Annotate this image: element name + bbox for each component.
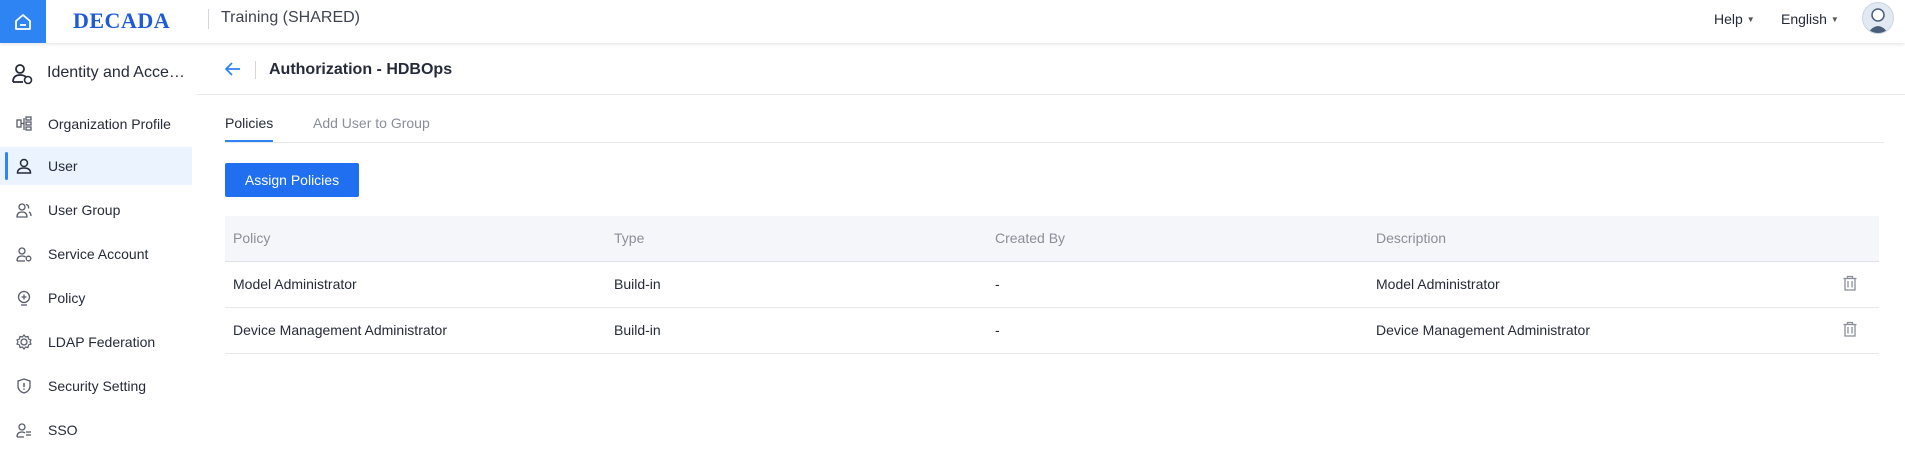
header-divider bbox=[197, 94, 1905, 95]
active-tab-indicator bbox=[225, 140, 273, 142]
table-row: Model Administrator Build-in - Model Adm… bbox=[225, 262, 1879, 308]
avatar[interactable] bbox=[1862, 2, 1894, 34]
policies-table: Policy Type Created By Description Model… bbox=[225, 216, 1879, 354]
trash-icon[interactable] bbox=[1842, 321, 1858, 337]
decada-logo[interactable]: DECADA bbox=[73, 8, 170, 34]
service-account-icon bbox=[16, 247, 32, 262]
assign-policies-button[interactable]: Assign Policies bbox=[225, 163, 359, 197]
cell-description: Device Management Administrator bbox=[1376, 322, 1590, 338]
page-title: Authorization - HDBOps bbox=[269, 61, 453, 78]
sidebar-item-label: User Group bbox=[48, 202, 121, 218]
title-divider bbox=[255, 61, 256, 79]
table-row: Device Management Administrator Build-in… bbox=[225, 308, 1879, 354]
user-icon bbox=[16, 158, 32, 174]
trash-icon[interactable] bbox=[1842, 275, 1858, 291]
sidebar-item-label: SSO bbox=[48, 422, 78, 438]
tab-policies[interactable]: Policies bbox=[225, 115, 273, 131]
cell-created-by: - bbox=[995, 276, 1000, 292]
sidebar-item-sso[interactable]: SSO bbox=[0, 411, 192, 449]
sidebar-item-security-setting[interactable]: Security Setting bbox=[0, 367, 192, 405]
user-group-icon bbox=[16, 203, 32, 218]
sidebar-item-user[interactable]: User bbox=[0, 147, 192, 185]
sidebar-header[interactable]: Identity and Access Management bbox=[0, 53, 197, 93]
topbar-divider bbox=[208, 9, 209, 29]
column-header-type: Type bbox=[614, 230, 645, 246]
home-icon bbox=[15, 13, 31, 30]
project-selector[interactable]: Training (SHARED) bbox=[221, 9, 360, 27]
home-button[interactable] bbox=[0, 0, 46, 43]
main-content: Authorization - HDBOps Policies Add User… bbox=[197, 43, 1905, 462]
cell-type: Build-in bbox=[614, 322, 661, 338]
sidebar-item-user-group[interactable]: User Group bbox=[0, 191, 192, 229]
help-menu[interactable]: Help ▼ bbox=[1714, 11, 1755, 27]
cell-description: Model Administrator bbox=[1376, 276, 1500, 292]
ldap-icon bbox=[16, 334, 32, 350]
table-header: Policy Type Created By Description bbox=[225, 216, 1879, 262]
sidebar-item-ldap-federation[interactable]: LDAP Federation bbox=[0, 323, 192, 361]
sidebar-item-label: Service Account bbox=[48, 246, 149, 262]
cell-created-by: - bbox=[995, 322, 1000, 338]
cell-policy: Model Administrator bbox=[233, 276, 357, 292]
sidebar-item-policy[interactable]: Policy bbox=[0, 279, 192, 317]
top-bar: DECADA Training (SHARED) Help ▼ English … bbox=[0, 0, 1905, 43]
language-label: English bbox=[1781, 11, 1827, 27]
policy-icon bbox=[17, 290, 31, 306]
sidebar-header-label: Identity and Access Management bbox=[47, 64, 187, 81]
sidebar: Identity and Access Management Organizat… bbox=[0, 43, 197, 462]
sidebar-item-label: Organization Profile bbox=[48, 116, 171, 132]
org-tree-icon bbox=[16, 116, 32, 131]
sidebar-item-label: User bbox=[48, 158, 78, 174]
sidebar-item-label: Security Setting bbox=[48, 378, 147, 394]
tabs-divider bbox=[225, 142, 1884, 143]
cell-type: Build-in bbox=[614, 276, 661, 292]
sso-icon bbox=[16, 423, 31, 438]
sidebar-item-label: LDAP Federation bbox=[48, 334, 156, 350]
column-header-description: Description bbox=[1376, 230, 1447, 246]
help-label: Help bbox=[1714, 11, 1743, 27]
iam-user-icon bbox=[12, 64, 33, 85]
user-avatar-icon bbox=[1868, 8, 1888, 33]
sidebar-item-organization-profile[interactable]: Organization Profile bbox=[0, 105, 192, 143]
back-arrow-icon[interactable] bbox=[224, 60, 242, 78]
shield-icon bbox=[17, 378, 31, 394]
sidebar-item-service-account[interactable]: Service Account bbox=[0, 235, 192, 273]
chevron-down-icon: ▼ bbox=[1830, 14, 1839, 24]
language-menu[interactable]: English ▼ bbox=[1781, 11, 1839, 27]
column-header-created-by: Created By bbox=[995, 230, 1066, 246]
column-header-policy: Policy bbox=[233, 230, 271, 246]
tab-add-user-to-group[interactable]: Add User to Group bbox=[313, 115, 430, 131]
sidebar-item-label: Policy bbox=[48, 290, 86, 306]
chevron-down-icon: ▼ bbox=[1746, 14, 1755, 24]
cell-policy: Device Management Administrator bbox=[233, 322, 447, 338]
